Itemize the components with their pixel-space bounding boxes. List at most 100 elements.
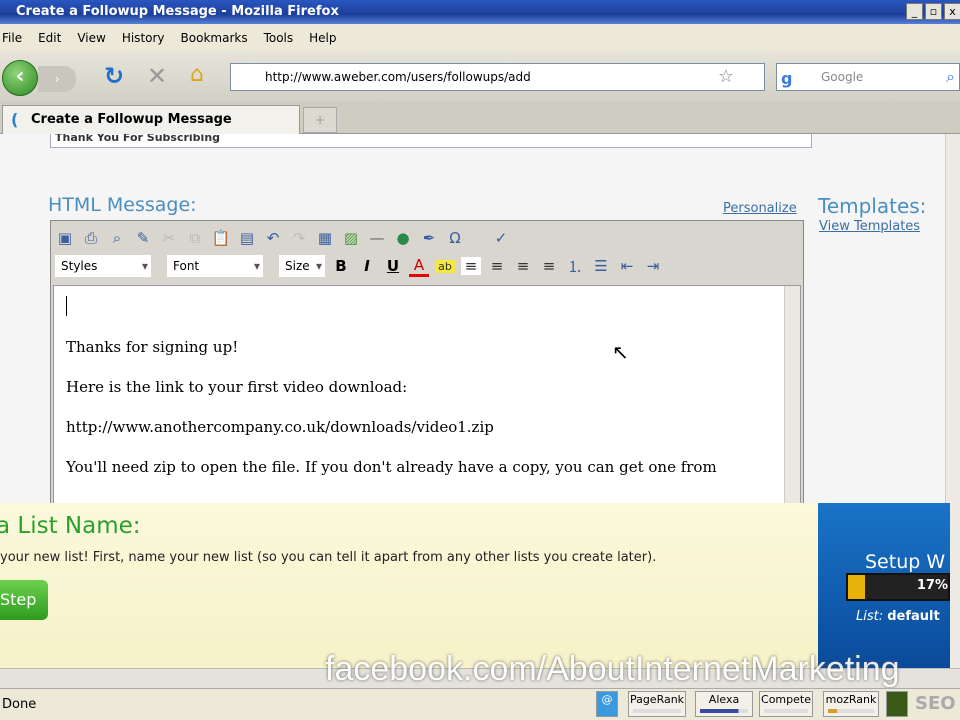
navigation-toolbar: › ‹ ↻ ✕ ⌂ http://www.aweber.com/users/fo…: [0, 52, 960, 102]
link-icon[interactable]: ●: [393, 229, 413, 247]
indent-icon[interactable]: ⇥: [643, 257, 663, 275]
progress-label: 17%: [916, 578, 948, 593]
image-icon[interactable]: ▨: [341, 229, 361, 247]
tab-create-followup[interactable]: (Create a Followup Message: [2, 105, 300, 134]
compete-widget[interactable]: Compete: [759, 691, 813, 717]
mouse-cursor-icon: ↖: [612, 340, 629, 364]
mozrank-label: mozRank: [825, 693, 877, 706]
align-left-icon[interactable]: ≡: [461, 257, 481, 275]
redo-icon[interactable]: ↷: [289, 229, 309, 247]
search-icon[interactable]: ⌕: [946, 64, 955, 90]
source-icon[interactable]: ▣: [55, 229, 75, 247]
italic-button[interactable]: I: [357, 257, 377, 275]
editor-scrollbar[interactable]: [784, 286, 800, 514]
paste-word-icon[interactable]: ▤: [237, 229, 257, 247]
highlight-icon[interactable]: ab: [435, 259, 455, 273]
paste-icon[interactable]: 📋: [211, 229, 231, 247]
search-box[interactable]: Google g ⌕: [776, 63, 960, 91]
url-bar[interactable]: http://www.aweber.com/users/followups/ad…: [230, 63, 765, 91]
window-title-bar: Create a Followup Message - Mozilla Fire…: [0, 0, 960, 24]
anchor-icon[interactable]: ✒: [419, 229, 439, 247]
aweber-favicon-icon: (: [11, 110, 19, 129]
search-placeholder: Google: [821, 70, 864, 84]
wizard-progress-bar: 17%: [846, 573, 950, 601]
align-center-icon[interactable]: ≡: [487, 257, 507, 275]
templates-heading: Templates:: [818, 194, 927, 218]
mozrank-widget[interactable]: mozRank: [823, 691, 879, 717]
menu-edit[interactable]: Edit: [38, 31, 61, 45]
alexa-widget[interactable]: Alexa: [695, 691, 753, 717]
new-tab-button[interactable]: +: [303, 107, 337, 133]
bookmark-star-icon[interactable]: ☆: [718, 64, 734, 90]
editor-body[interactable]: Thanks for signing up! Here is the link …: [53, 285, 801, 515]
copy-icon[interactable]: ⧉: [185, 229, 205, 247]
menu-help[interactable]: Help: [309, 31, 336, 45]
wizard-heading: a List Name:: [0, 513, 141, 539]
watermark: facebook.com/AboutInternetMarketing: [325, 650, 900, 688]
status-bar: Done @ PageRank Alexa Compete mozRank SE…: [0, 688, 960, 720]
setup-wizard-panel: a List Name: your new list! First, name …: [0, 503, 818, 668]
clean-icon[interactable]: ✎: [133, 229, 153, 247]
menu-file[interactable]: File: [2, 31, 22, 45]
seo-toolbar-icon[interactable]: [886, 691, 908, 717]
print-icon[interactable]: ⎙: [81, 229, 101, 247]
menu-view[interactable]: View: [77, 31, 105, 45]
horizontal-rule-icon[interactable]: —: [367, 229, 387, 247]
minimize-button[interactable]: _: [906, 3, 923, 20]
list-label: List:: [856, 609, 884, 624]
back-button[interactable]: ‹: [2, 60, 38, 96]
numbered-list-icon[interactable]: ⒈: [565, 256, 585, 277]
personalize-link[interactable]: Personalize: [723, 201, 797, 216]
maximize-button[interactable]: ▫: [925, 3, 942, 20]
menu-bookmarks[interactable]: Bookmarks: [181, 31, 248, 45]
editor-line: You'll need zip to open the file. If you…: [66, 458, 717, 476]
undo-icon[interactable]: ↶: [263, 229, 283, 247]
view-templates-link[interactable]: View Templates: [819, 219, 920, 234]
text-color-icon[interactable]: A: [409, 256, 429, 277]
subject-field[interactable]: Thank You For Subscribing: [50, 134, 812, 148]
menu-bar: File Edit View History Bookmarks Tools Help: [0, 24, 960, 52]
styles-select[interactable]: Styles: [55, 255, 151, 277]
cut-icon[interactable]: ✂: [159, 229, 179, 247]
compete-label: Compete: [761, 693, 811, 706]
editor-line: http://www.anothercompany.co.uk/download…: [66, 418, 494, 436]
bold-button[interactable]: B: [331, 257, 351, 275]
seo-label: SEO: [915, 693, 956, 714]
at-icon[interactable]: @: [596, 691, 618, 717]
editor-line: Here is the link to your first video dow…: [66, 378, 408, 396]
editor-line: Thanks for signing up!: [66, 338, 239, 356]
size-select[interactable]: Size: [279, 255, 325, 277]
progress-fill: [848, 575, 865, 599]
underline-button[interactable]: U: [383, 257, 403, 275]
menu-tools[interactable]: Tools: [264, 31, 294, 45]
window-title: Create a Followup Message - Mozilla Fire…: [16, 4, 339, 19]
tab-bar: (Create a Followup Message +: [0, 102, 960, 134]
spellcheck-icon[interactable]: ✓: [491, 229, 511, 247]
wizard-list: List: default: [856, 609, 940, 624]
alexa-label: Alexa: [708, 693, 740, 706]
wizard-title: Setup W: [865, 551, 946, 573]
outdent-icon[interactable]: ⇤: [617, 257, 637, 275]
next-step-button[interactable]: Step: [0, 580, 48, 620]
find-icon[interactable]: ⌕: [107, 229, 127, 247]
google-icon[interactable]: g: [781, 66, 792, 92]
reload-icon[interactable]: ↻: [104, 62, 124, 90]
bullet-list-icon[interactable]: ☰: [591, 257, 611, 275]
pagerank-label: PageRank: [629, 693, 685, 706]
stop-icon[interactable]: ✕: [147, 62, 167, 90]
menu-history[interactable]: History: [122, 31, 165, 45]
special-char-icon[interactable]: Ω: [445, 229, 465, 247]
close-button[interactable]: x: [944, 3, 960, 20]
pagerank-widget[interactable]: PageRank: [628, 691, 686, 717]
html-editor: ▣ ⎙ ⌕ ✎ ✂ ⧉ 📋 ▤ ↶ ↷ ▦ ▨ — ● ✒ Ω ✓ Styles Font Size B…: [50, 220, 804, 515]
align-right-icon[interactable]: ≡: [513, 257, 533, 275]
font-select[interactable]: Font: [167, 255, 263, 277]
setup-wizard-sidebar: Setup W 17% List: default: [818, 503, 950, 668]
url-text: http://www.aweber.com/users/followups/ad…: [265, 70, 531, 84]
justify-icon[interactable]: ≡: [539, 257, 559, 275]
list-value: default: [887, 609, 940, 624]
text-cursor: [66, 296, 67, 316]
forward-button[interactable]: ›: [38, 66, 76, 92]
home-icon[interactable]: ⌂: [190, 62, 204, 87]
table-icon[interactable]: ▦: [315, 229, 335, 247]
